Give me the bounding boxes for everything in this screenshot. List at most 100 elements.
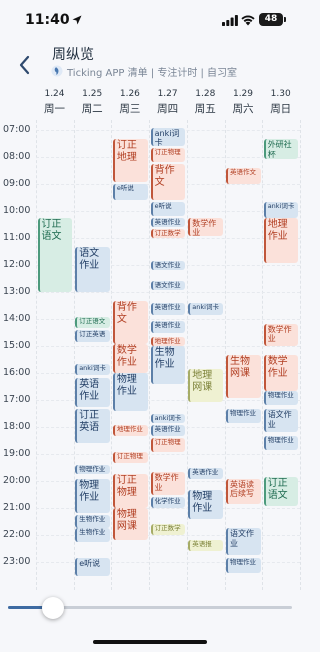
day-date: 1.29 — [232, 89, 254, 99]
event-block[interactable]: 语文作业 — [226, 528, 261, 556]
event-block[interactable]: anki词卡 — [75, 364, 110, 376]
column-divider — [149, 120, 151, 590]
event-block[interactable]: 订正语文 — [37, 217, 73, 292]
event-block[interactable]: 背作文 — [150, 163, 186, 200]
event-block[interactable]: 语文作业 — [150, 260, 186, 270]
event-block[interactable]: 订正英语 — [75, 330, 110, 342]
event-block[interactable]: 物理作业 — [75, 478, 110, 513]
day-name: 周二 — [81, 103, 103, 115]
event-block[interactable]: anki词卡 — [150, 413, 186, 423]
cellular-signal-icon — [222, 15, 238, 26]
event-block[interactable]: 数学作业 — [150, 472, 186, 495]
day-header: 1.29 周六 — [225, 88, 262, 116]
event-block[interactable]: 生物作业 — [75, 528, 110, 542]
event-block[interactable]: 物理作业 — [226, 409, 261, 423]
status-time: 11:40 — [25, 12, 70, 28]
event-block[interactable]: e听说 — [112, 184, 148, 200]
event-block[interactable]: 英语作业 — [75, 377, 110, 407]
hour-label: 17:00 — [3, 394, 31, 405]
day-header: 1.25 周二 — [74, 88, 111, 116]
event-block[interactable]: 物理作业 — [188, 490, 223, 520]
event-block[interactable]: 订正语文 — [263, 476, 299, 506]
event-block[interactable]: 生物作业 — [150, 346, 186, 385]
event-block[interactable]: 地理作业 — [112, 424, 148, 436]
event-block[interactable]: 英语读后续写 — [226, 478, 261, 504]
day-header: 1.28 周五 — [187, 88, 224, 116]
day-header: 1.26 周三 — [111, 88, 148, 116]
event-block[interactable]: 英语作业 — [188, 467, 223, 479]
event-block[interactable]: 生物作业 — [75, 514, 110, 529]
event-block[interactable]: 订正物理 — [150, 438, 186, 452]
event-block[interactable]: 英语作业 — [150, 217, 186, 227]
event-block[interactable]: 英语作业 — [150, 321, 186, 333]
page-title: 周纵览 — [52, 47, 94, 63]
event-block[interactable]: 订正英语 — [75, 409, 110, 443]
hour-label: 22:00 — [3, 529, 31, 540]
hour-label: 08:00 — [3, 151, 31, 162]
chevron-left-icon — [19, 55, 30, 75]
event-block[interactable]: 外研社杯 — [263, 139, 299, 160]
home-indicator — [93, 640, 207, 644]
event-block[interactable]: e听说 — [150, 202, 186, 216]
event-block[interactable]: 英语作业 — [150, 303, 186, 315]
event-block[interactable]: 物理作业 — [263, 436, 299, 450]
hour-label: 09:00 — [3, 178, 31, 189]
hour-label: 10:00 — [3, 205, 31, 216]
event-block[interactable]: 订正物理 — [112, 474, 148, 508]
column-divider — [262, 120, 264, 590]
hour-label: 18:00 — [3, 421, 31, 432]
event-block[interactable]: 数学作业 — [263, 355, 299, 391]
event-block[interactable]: 背作文 — [112, 301, 148, 344]
event-block[interactable]: 订正语文 — [75, 316, 110, 328]
event-block[interactable]: 数学作业 — [112, 343, 148, 373]
event-block[interactable]: 语文作业 — [150, 280, 186, 290]
event-block[interactable]: 地理网课 — [188, 368, 223, 403]
column-divider — [299, 120, 301, 590]
event-block[interactable]: 英语作文 — [226, 168, 261, 184]
event-block[interactable]: 订正物理 — [150, 148, 186, 162]
hour-label: 20:00 — [3, 475, 31, 486]
day-header: 1.30 周日 — [262, 88, 299, 116]
event-block[interactable]: 物理作业 — [263, 391, 299, 405]
battery-level: 48 — [264, 14, 278, 24]
column-divider — [224, 120, 226, 590]
event-block[interactable]: 英语报 — [188, 539, 223, 551]
day-name: 周日 — [270, 103, 292, 115]
event-block[interactable]: 地理作业 — [150, 337, 186, 346]
hour-label: 11:00 — [3, 232, 31, 243]
event-block[interactable]: 英语作业 — [150, 424, 186, 436]
day-name: 周三 — [119, 103, 141, 115]
zoom-slider-thumb[interactable] — [42, 597, 65, 619]
day-name: 周一 — [44, 103, 65, 115]
event-block[interactable]: anki词卡 — [150, 127, 186, 146]
status-bar: 11:40 48 — [0, 0, 300, 40]
hour-label: 13:00 — [3, 286, 31, 297]
event-block[interactable]: 语文作业 — [75, 247, 110, 292]
event-block[interactable]: 物理作业 — [226, 557, 261, 574]
event-block[interactable]: 物理作业 — [112, 373, 148, 412]
header-subtitle: Ticking APP 清单 | 专注计时 | 自习室 — [67, 68, 238, 79]
event-block[interactable]: 订正数学 — [150, 229, 186, 238]
event-block[interactable]: anki词卡 — [263, 202, 299, 218]
event-block[interactable]: 生物网课 — [226, 355, 261, 398]
event-block[interactable]: 数学作业 — [188, 217, 223, 236]
event-block[interactable]: 数学作业 — [263, 323, 299, 346]
hour-label: 21:00 — [3, 502, 31, 513]
event-block[interactable]: 物理作业 — [75, 465, 110, 475]
event-block[interactable]: 语文作业 — [263, 409, 299, 432]
back-button[interactable] — [12, 52, 38, 78]
day-header: 1.27 周四 — [149, 88, 186, 116]
event-block[interactable]: 订正数学 — [150, 523, 186, 535]
event-block[interactable]: 化学作业 — [150, 496, 186, 508]
hour-label: 07:00 — [3, 124, 31, 135]
ticking-app-logo-icon — [51, 65, 63, 77]
event-block[interactable]: 订正物理 — [112, 451, 148, 463]
hour-label: 12:00 — [3, 259, 31, 270]
event-block[interactable]: 订正地理 — [112, 139, 148, 182]
day-name: 周六 — [232, 103, 254, 115]
event-block[interactable]: 物理网课 — [112, 508, 148, 540]
event-block[interactable]: anki词卡 — [188, 303, 223, 315]
day-date: 1.27 — [157, 89, 178, 99]
event-block[interactable]: e听说 — [75, 557, 110, 576]
event-block[interactable]: 地理作业 — [263, 217, 299, 263]
